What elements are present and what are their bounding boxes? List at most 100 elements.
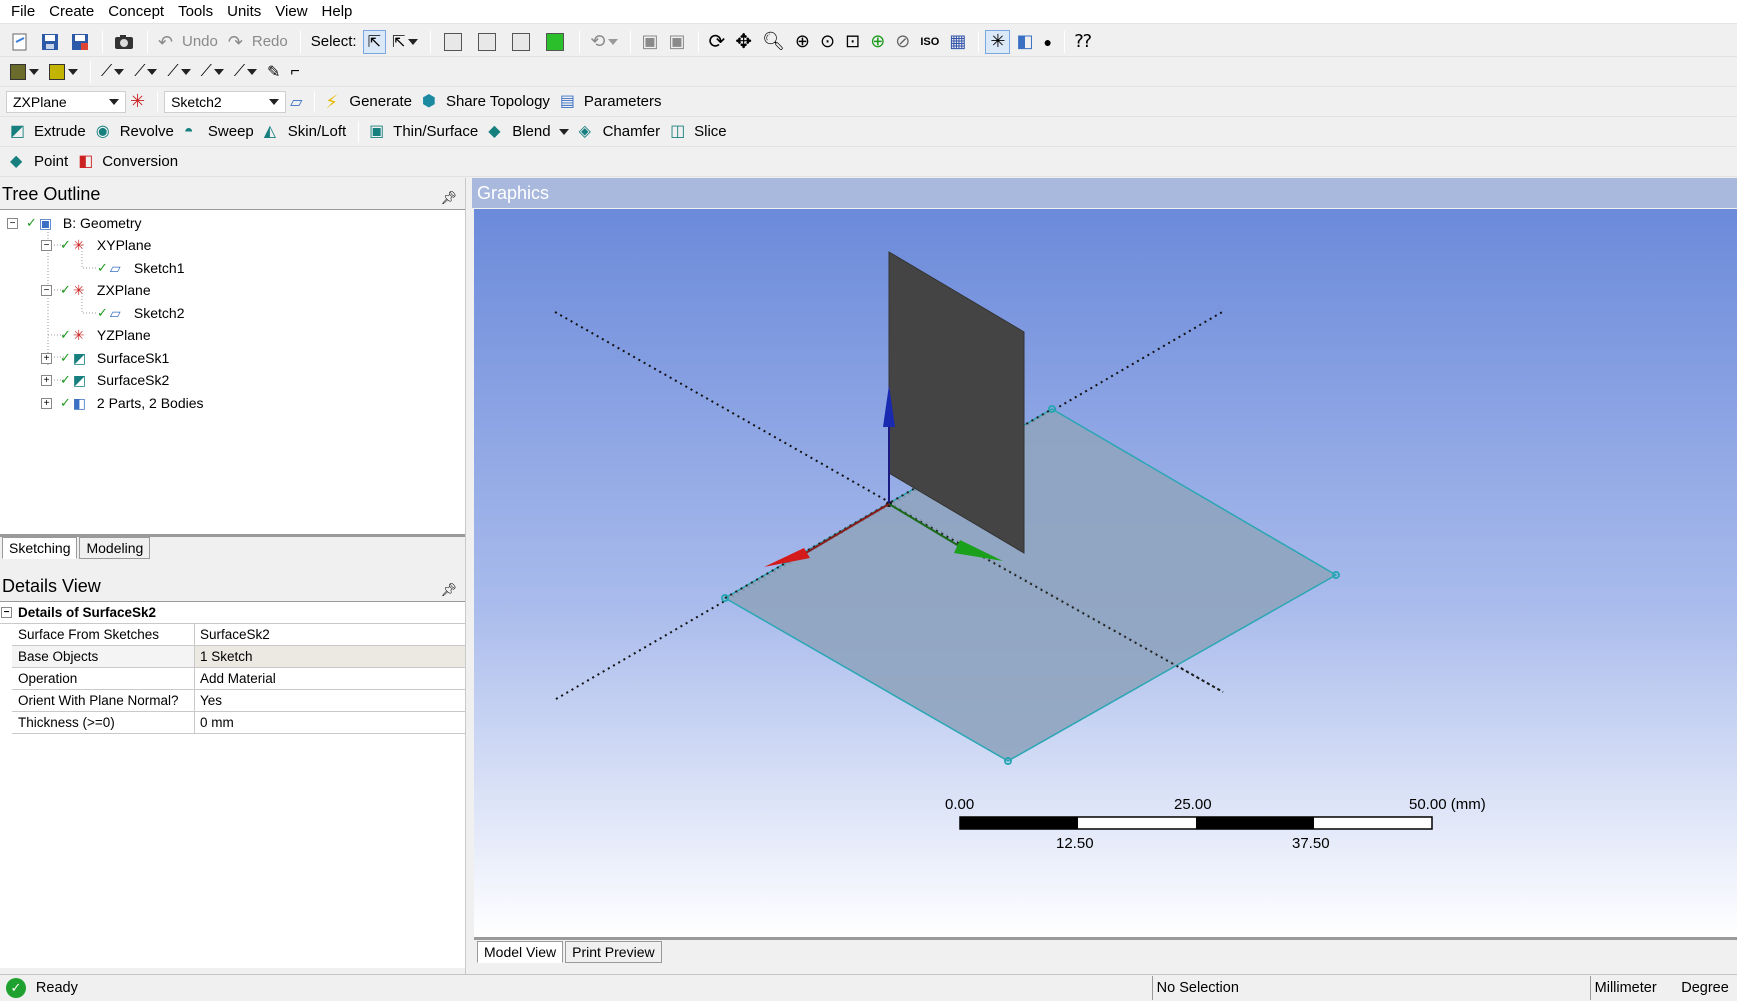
iso-view-button[interactable]: ISO [916,30,943,54]
menu-units[interactable]: Units [220,0,268,24]
details-row[interactable]: Orient With Plane Normal? Yes [12,690,465,712]
tab-model-view[interactable]: Model View [477,941,564,963]
plane-select[interactable]: ZXPlane [6,90,126,113]
new-sketch-button[interactable]: ▱ [286,90,306,114]
screenshot-button[interactable] [109,30,139,54]
tab-sketching[interactable]: Sketching [2,537,78,559]
status-length-unit[interactable]: Millimeter [1589,976,1678,1000]
point-button[interactable]: ◆ Point [6,150,72,174]
new-plane-button[interactable]: ✳ [126,90,149,114]
tab-print-preview[interactable]: Print Preview [565,941,662,963]
undo-button[interactable]: ↶ Undo [154,30,222,54]
line-tool-5[interactable]: ⟋ [230,60,261,84]
tree-item-sketch1[interactable]: ✓ ▱ Sketch1 [97,257,185,279]
chevron-down-icon [247,68,258,75]
graphics-viewport[interactable]: 0.00 25.00 50.00 (mm) 12.50 37.50 [474,209,1737,937]
sweep-button[interactable]: ◓ Sweep [180,120,258,144]
collapse-icon[interactable]: − [41,239,52,251]
select-type-dropdown[interactable]: ⇱ [388,30,422,54]
tree-item-surfacesk1[interactable]: + ✓ ◩ SurfaceSk1 [41,347,169,369]
new-button[interactable] [6,30,34,54]
details-row[interactable]: Operation Add Material [12,668,465,690]
expand-icon[interactable]: + [41,374,52,386]
revolve-button[interactable]: ◉ Revolve [92,120,178,144]
cube-icon: ◧ [1016,31,1034,51]
share-topology-button[interactable]: ⬢ Share Topology [418,90,554,114]
tree-item-xyplane[interactable]: − ✓ ✳ XYPlane [41,234,151,256]
invert-selection-button[interactable]: ▣ [665,30,690,54]
collapse-icon[interactable]: − [41,284,52,296]
menu-help[interactable]: Help [315,0,360,24]
tree-item-yzplane[interactable]: ✓ ✳ YZPlane [60,324,151,346]
line-tool-3[interactable]: ⟋ [163,60,194,84]
separator [1063,30,1065,53]
slice-button[interactable]: ◫ Slice [666,120,731,144]
generate-button[interactable]: ⚡ Generate [321,90,416,114]
line-tool-1[interactable]: ⟋ [97,60,128,84]
details-group-header[interactable]: − Details of SurfaceSk2 [0,602,465,624]
surface-icon: ◩ [72,372,87,388]
menu-file[interactable]: File [4,0,42,24]
save-button[interactable] [36,30,64,54]
blend-button[interactable]: ◆ Blend [484,120,572,144]
parameters-button[interactable]: ▤ Parameters [556,90,666,114]
tab-modeling[interactable]: Modeling [79,537,151,559]
tree-item-sketch2[interactable]: ✓ ▱ Sketch2 [97,302,185,324]
zoom-button[interactable]: 🔍︎ [758,30,789,54]
magnifier-button[interactable]: ⊘ [891,30,914,54]
select-mode-button[interactable]: ⇱ [362,29,386,54]
zoom-box-button[interactable]: ⊙ [816,30,839,54]
extrude-button[interactable]: ◩ Extrude [6,120,90,144]
line-tool-2[interactable]: ⟋ [130,60,161,84]
corner-tool-button[interactable]: ⌐ [286,60,303,84]
pin-icon[interactable]: 📌︎ [440,576,457,604]
model-scene[interactable]: 0.00 25.00 50.00 (mm) 12.50 37.50 [474,209,1737,937]
pin-icon[interactable]: 📌︎ [440,184,457,212]
menu-view[interactable]: View [268,0,314,24]
tree-item-surfacesk2[interactable]: + ✓ ◩ SurfaceSk2 [41,369,169,391]
line-tool-4[interactable]: ⟋ [197,60,228,84]
sketch-select[interactable]: Sketch2 [164,90,287,113]
expand-icon[interactable]: + [41,352,52,364]
select-all-button[interactable]: ▣ [637,30,662,54]
chamfer-button[interactable]: ◈ Chamfer [575,120,665,144]
look-at-button[interactable]: ▦ [945,30,970,54]
menu-concept[interactable]: Concept [101,0,171,24]
select-body-button[interactable] [539,30,571,54]
save-as-button[interactable] [66,30,94,54]
tree-item-geometry[interactable]: − ✓ ▣ B: Geometry [7,212,142,234]
status-angle-unit[interactable]: Degree [1677,980,1737,996]
expand-icon[interactable]: + [41,397,52,409]
redo-button[interactable]: ↷ Redo [224,30,292,54]
select-face-button[interactable] [505,30,537,54]
display-model-button[interactable]: ◧ [1012,30,1037,54]
skin-loft-label: Skin/Loft [287,123,347,140]
zoom-fit-button[interactable]: ⊡ [841,30,864,54]
zoom-extents-button[interactable]: ⊕ [866,30,889,54]
display-plane-button[interactable]: ✳ [985,29,1011,54]
edge-color-dropdown[interactable] [45,60,82,84]
rotate-button[interactable]: ⟳ [705,30,730,54]
extend-selection-button[interactable]: ⟲ [586,30,622,54]
zoom-in-button[interactable]: ⊕ [791,30,814,54]
details-row[interactable]: Thickness (>=0) 0 mm [12,712,465,734]
details-row[interactable]: Surface From Sketches SurfaceSk2 [12,624,465,646]
thin-surface-button[interactable]: ▣ Thin/Surface [365,120,482,144]
select-point-button[interactable] [437,30,469,54]
pan-button[interactable]: ✥ [731,30,756,54]
skin-loft-button[interactable]: ◭ Skin/Loft [260,120,350,144]
tree-item-parts-bodies[interactable]: + ✓ ◧ 2 Parts, 2 Bodies [41,392,204,414]
details-row[interactable]: Base Objects 1 Sketch [12,646,465,668]
select-edge-button[interactable] [471,30,503,54]
help-pointer-button[interactable]: ⁇ [1071,30,1096,54]
collapse-icon[interactable]: − [1,607,12,618]
pin-tool-button[interactable]: ✎ [263,60,284,84]
display-point-button[interactable]: ● [1039,30,1055,54]
tree-item-zxplane[interactable]: − ✓ ✳ ZXPlane [41,279,151,301]
panel-splitter[interactable] [465,178,472,974]
collapse-icon[interactable]: − [7,217,18,229]
menu-tools[interactable]: Tools [171,0,220,24]
face-color-dropdown[interactable] [6,60,43,84]
menu-create[interactable]: Create [42,0,101,24]
conversion-button[interactable]: ◧ Conversion [74,150,182,174]
